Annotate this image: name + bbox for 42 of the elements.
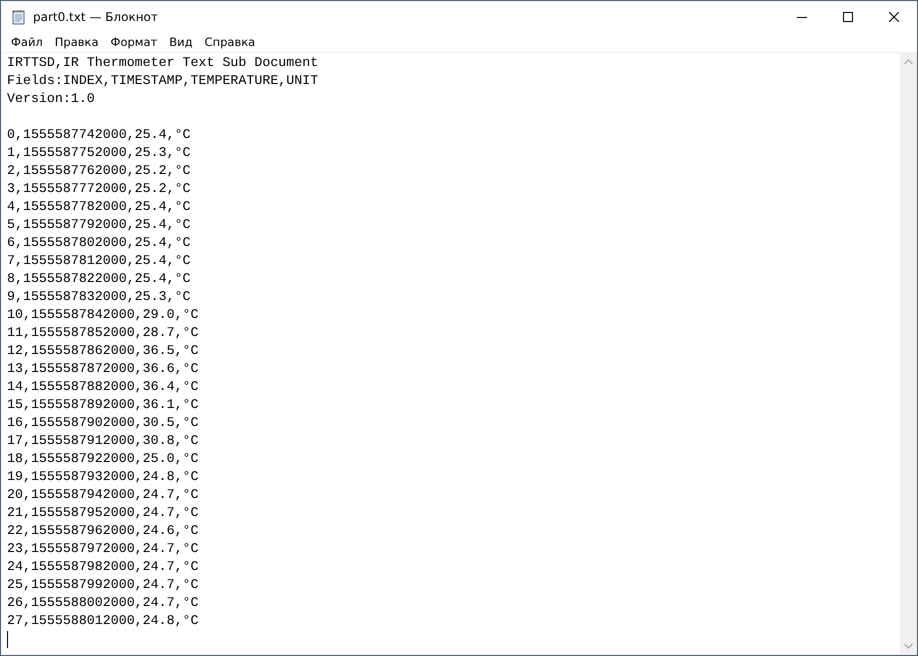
text-line: 9,1555587832000,25.3,°C <box>7 288 191 306</box>
text-line: 24,1555587982000,24.7,°C <box>7 558 199 576</box>
text-line: 0,1555587742000,25.4,°C <box>7 126 191 144</box>
text-line: 21,1555587952000,24.7,°C <box>7 504 199 522</box>
text-line: 8,1555587822000,25.4,°C <box>7 270 191 288</box>
text-line: 5,1555587792000,25.4,°C <box>7 216 191 234</box>
maximize-icon <box>843 12 853 22</box>
text-line: 6,1555587802000,25.4,°C <box>7 234 191 252</box>
vertical-scrollbar[interactable] <box>900 53 917 655</box>
text-line: 25,1555587992000,24.7,°C <box>7 576 199 594</box>
text-line: 2,1555587762000,25.2,°C <box>7 162 191 180</box>
text-line: 3,1555587772000,25.2,°C <box>7 180 191 198</box>
menu-item[interactable]: Вид <box>163 35 199 49</box>
text-line: 11,1555587852000,28.7,°C <box>7 324 199 342</box>
text-line: 19,1555587932000,24.8,°C <box>7 468 199 486</box>
menu-item[interactable]: Правка <box>48 35 105 49</box>
text-line: Version:1.0 <box>7 90 95 108</box>
notepad-icon <box>11 8 27 24</box>
text-line: 23,1555587972000,24.7,°C <box>7 540 199 558</box>
text-line: 16,1555587902000,30.5,°C <box>7 414 199 432</box>
text-line: 26,1555588002000,24.7,°C <box>7 594 199 612</box>
text-line: 15,1555587892000,36.1,°C <box>7 396 199 414</box>
text-line: 18,1555587922000,25.0,°C <box>7 450 199 468</box>
text-line: IRTTSD,IR Thermometer Text Sub Document <box>7 54 318 72</box>
text-line: 4,1555587782000,25.4,°C <box>7 198 191 216</box>
menu-item[interactable]: Справка <box>198 35 262 49</box>
text-line: 20,1555587942000,24.7,°C <box>7 486 199 504</box>
menu-item[interactable]: Файл <box>5 35 49 49</box>
close-icon <box>889 12 899 22</box>
text-line: 17,1555587912000,30.8,°C <box>7 432 199 450</box>
text-line: 12,1555587862000,36.5,°C <box>7 342 199 360</box>
text-caret <box>7 631 8 648</box>
text-line: 14,1555587882000,36.4,°C <box>7 378 199 396</box>
menu-item[interactable]: Формат <box>104 35 164 49</box>
text-line: 7,1555587812000,25.4,°C <box>7 252 191 270</box>
text-line: 10,1555587842000,29.0,°C <box>7 306 199 324</box>
text-line: 27,1555588012000,24.8,°C <box>7 612 199 630</box>
text-line: Fields:INDEX,TIMESTAMP,TEMPERATURE,UNIT <box>7 72 318 90</box>
text-line: 22,1555587962000,24.6,°C <box>7 522 199 540</box>
text-line: 1,1555587752000,25.3,°C <box>7 144 191 162</box>
window-title: part0.txt — Блокнот <box>33 10 158 24</box>
text-line: 13,1555587872000,36.6,°C <box>7 360 199 378</box>
